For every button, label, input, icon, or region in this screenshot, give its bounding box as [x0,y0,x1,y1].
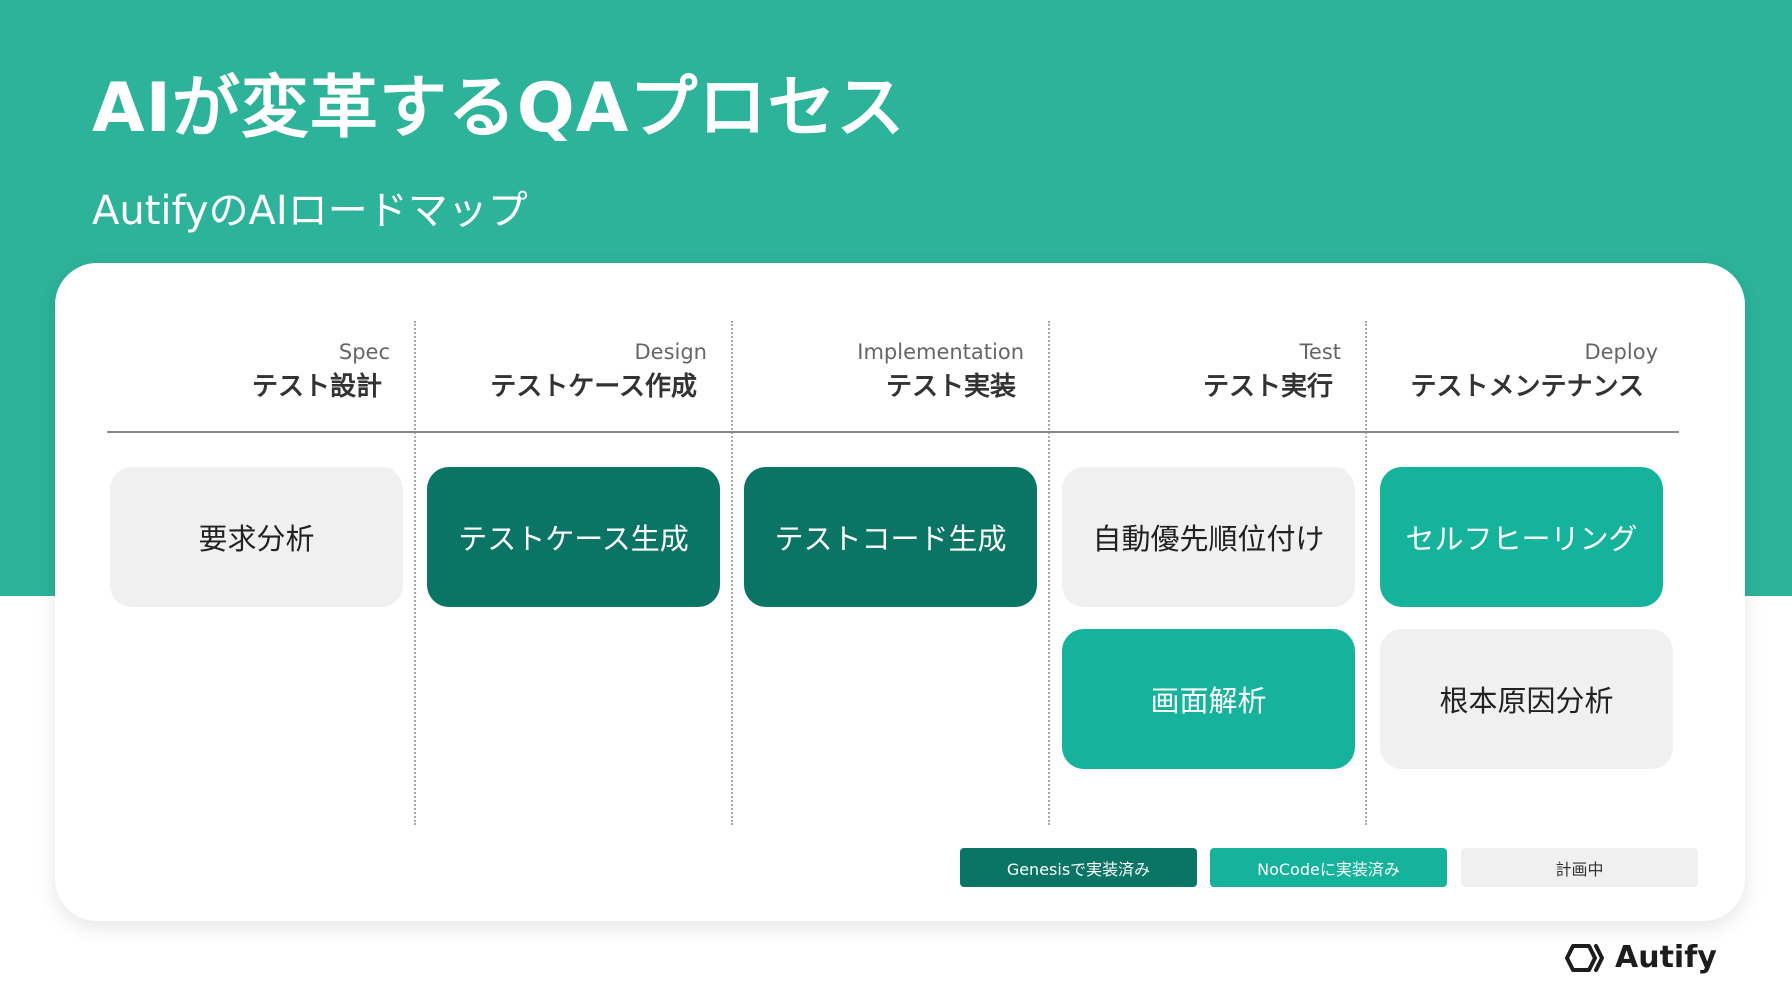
column-en-label: Deploy [1584,340,1658,364]
item-test-case-generation: テストケース生成 [427,467,720,607]
column-header-test: Test テスト実行 [1061,339,1341,405]
column-header-design: Design テストケース作成 [427,339,707,405]
column-jp-label: テストケース作成 [490,372,697,402]
item-self-healing: セルフヒーリング [1380,467,1663,607]
autify-logo-icon [1565,943,1604,972]
legend-planned: 計画中 [1461,848,1698,887]
column-divider [731,321,733,825]
column-jp-label: テスト実行 [1202,372,1333,402]
legend-nocode: NoCodeに実装済み [1210,848,1447,887]
slide: AIが変革するQAプロセス AutifyのAIロードマップ Spec テスト設計… [0,0,1792,998]
item-root-cause-analysis: 根本原因分析 [1380,629,1673,769]
autify-logo-text: Autify [1615,940,1717,975]
column-header-spec: Spec テスト設計 [107,339,390,405]
item-screen-analysis: 画面解析 [1062,629,1355,769]
column-en-label: Implementation [857,340,1024,364]
slide-title: AIが変革するQAプロセス [92,69,906,148]
header-rule [107,431,1679,433]
item-requirements-analysis: 要求分析 [110,467,403,607]
column-divider [1365,321,1367,825]
item-test-code-generation: テストコード生成 [744,467,1037,607]
column-header-implementation: Implementation テスト実装 [744,339,1024,405]
autify-logo: Autify [1565,940,1717,975]
column-jp-label: テスト実装 [885,372,1016,402]
column-divider [1048,321,1050,825]
item-auto-prioritization: 自動優先順位付け [1062,467,1355,607]
roadmap-card: Spec テスト設計 Design テストケース作成 Implementatio… [55,263,1745,921]
column-divider [414,321,416,825]
column-jp-label: テストメンテナンス [1410,372,1644,402]
column-en-label: Test [1299,340,1341,364]
slide-subtitle: AutifyのAIロードマップ [92,188,528,234]
column-header-deploy: Deploy テストメンテナンス [1378,339,1658,405]
column-en-label: Spec [338,340,390,364]
column-jp-label: テスト設計 [251,372,382,402]
legend-genesis: Genesisで実装済み [960,848,1197,887]
column-en-label: Design [634,340,707,364]
